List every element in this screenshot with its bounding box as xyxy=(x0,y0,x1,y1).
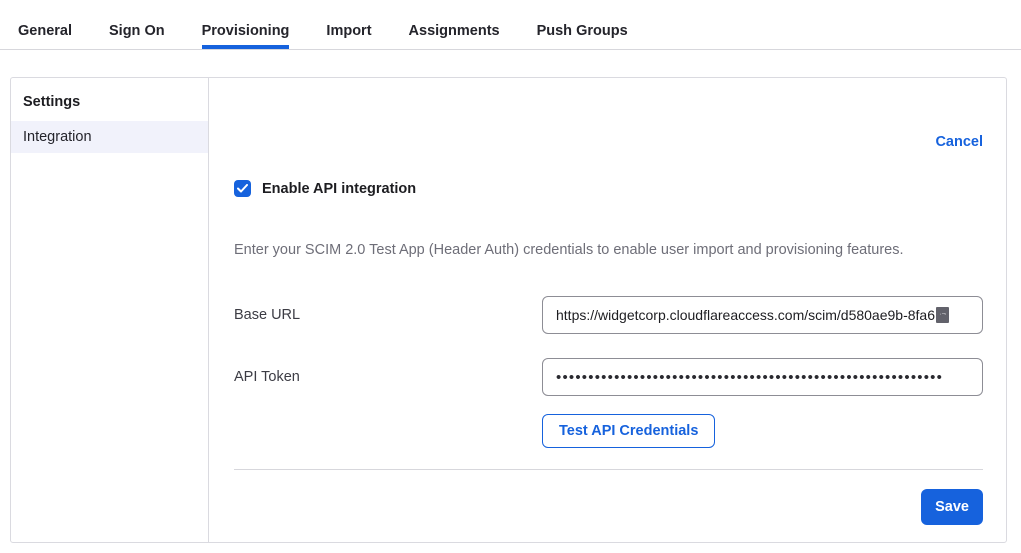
text-selection-cursor-icon: ·¬ xyxy=(936,307,949,323)
checkmark-icon xyxy=(237,184,248,193)
api-token-row: API Token ••••••••••••••••••••••••••••••… xyxy=(234,358,983,396)
settings-sidebar: Settings Integration xyxy=(11,78,209,542)
api-token-label: API Token xyxy=(234,369,542,385)
integration-settings-form: Cancel Enable API integration Enter your… xyxy=(209,78,1006,542)
api-token-masked-value: ••••••••••••••••••••••••••••••••••••••••… xyxy=(556,369,943,386)
cancel-row: Cancel xyxy=(234,133,983,150)
tab-sign-on[interactable]: Sign On xyxy=(109,0,165,49)
credentials-description: Enter your SCIM 2.0 Test App (Header Aut… xyxy=(234,241,983,260)
provisioning-panel: Settings Integration Cancel Enable API i… xyxy=(10,77,1007,543)
save-row: Save xyxy=(234,489,983,525)
base-url-label: Base URL xyxy=(234,307,542,323)
tab-provisioning[interactable]: Provisioning xyxy=(202,0,290,49)
save-button[interactable]: Save xyxy=(921,489,983,525)
enable-api-integration-checkbox[interactable] xyxy=(234,180,251,197)
tab-assignments[interactable]: Assignments xyxy=(409,0,500,49)
test-button-row: Test API Credentials xyxy=(234,414,983,448)
enable-api-integration-row: Enable API integration xyxy=(234,180,983,197)
app-tab-bar: General Sign On Provisioning Import Assi… xyxy=(0,0,1021,50)
test-api-credentials-button[interactable]: Test API Credentials xyxy=(542,414,715,448)
enable-api-integration-label: Enable API integration xyxy=(262,181,416,197)
footer-divider xyxy=(234,469,983,470)
base-url-value: https://widgetcorp.cloudflareaccess.com/… xyxy=(556,307,935,323)
tab-push-groups[interactable]: Push Groups xyxy=(537,0,628,49)
tab-general[interactable]: General xyxy=(18,0,72,49)
base-url-row: Base URL https://widgetcorp.cloudflareac… xyxy=(234,296,983,334)
api-token-input[interactable]: ••••••••••••••••••••••••••••••••••••••••… xyxy=(542,358,983,396)
base-url-input[interactable]: https://widgetcorp.cloudflareaccess.com/… xyxy=(542,296,983,334)
sidebar-header: Settings xyxy=(11,85,208,121)
cancel-link[interactable]: Cancel xyxy=(935,134,983,150)
sidebar-item-integration[interactable]: Integration xyxy=(11,121,208,153)
tab-import[interactable]: Import xyxy=(326,0,371,49)
